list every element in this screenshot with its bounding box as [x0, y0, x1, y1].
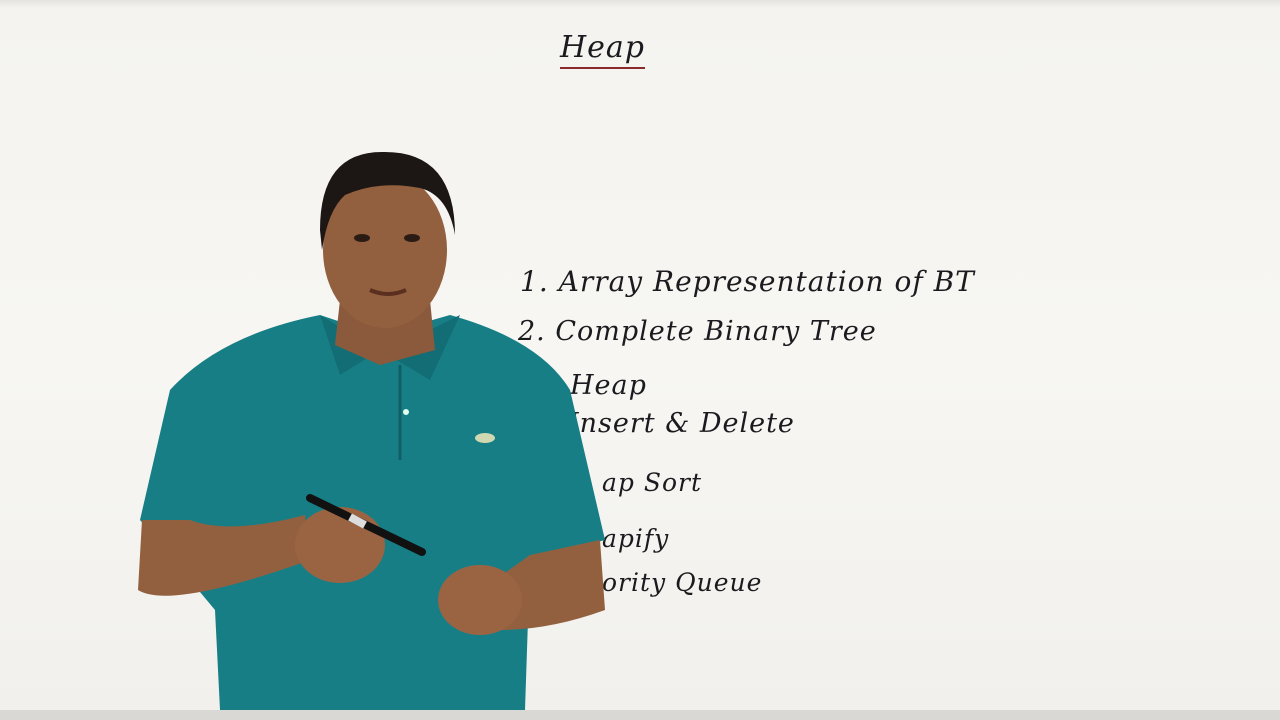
whiteboard-top-edge — [0, 0, 1280, 8]
board-title: Heap — [560, 30, 646, 69]
left-hand — [438, 565, 522, 635]
shirt-logo — [475, 433, 495, 443]
lecturer — [138, 151, 605, 710]
right-eye — [404, 234, 420, 242]
right-hand — [295, 507, 385, 583]
teal-polo-shirt — [140, 315, 605, 710]
whiteboard-bottom-edge — [0, 710, 1280, 720]
shirt-button — [403, 409, 409, 415]
left-eye — [354, 234, 370, 242]
